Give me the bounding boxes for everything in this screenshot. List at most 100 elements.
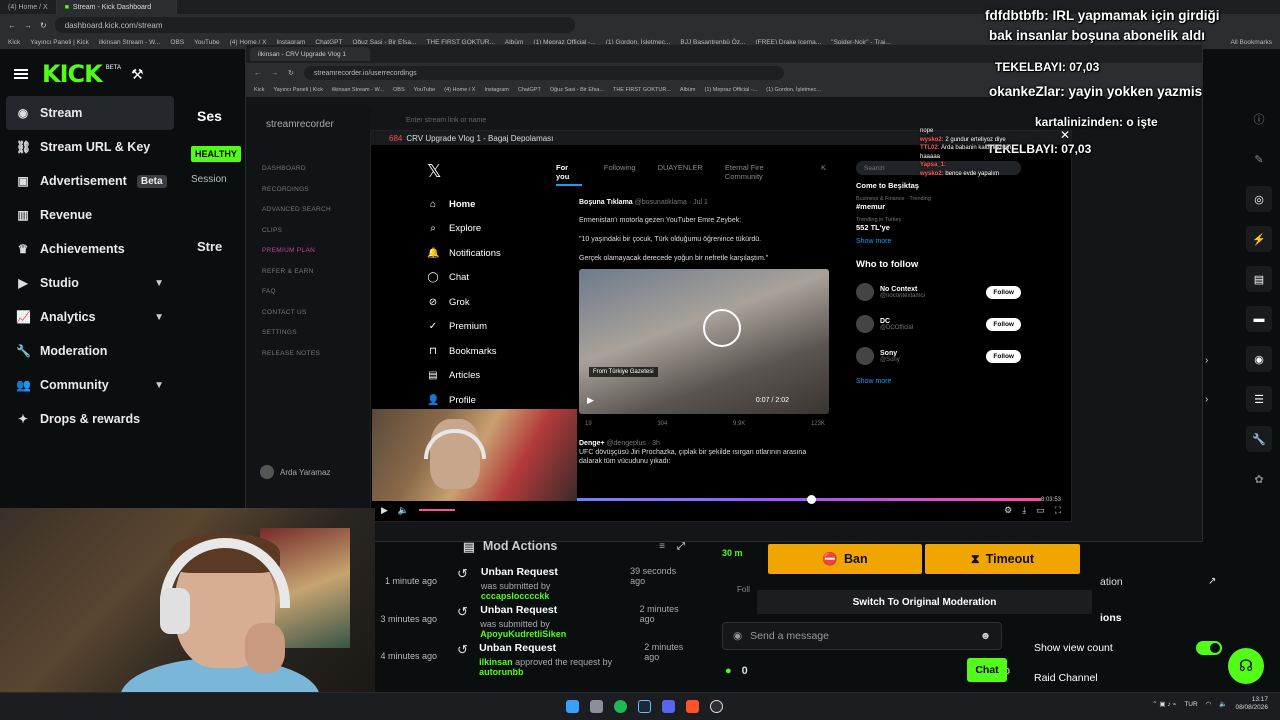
sidebar-item-moderation[interactable]: 🔧 Moderation: [0, 334, 180, 368]
sr-menu-item[interactable]: CLIPS: [262, 227, 282, 234]
clock[interactable]: 13:17 08/08/2026: [1235, 696, 1268, 713]
tray-icons[interactable]: ⌃ ▣ ♪ ⌁: [1152, 700, 1176, 708]
emoji-icon[interactable]: ☻: [980, 630, 991, 642]
sr-menu-item[interactable]: SETTINGS: [262, 329, 297, 336]
target-icon[interactable]: ◎: [1246, 186, 1272, 212]
retweet-count[interactable]: 304: [657, 421, 667, 427]
sidebar-item-stream[interactable]: ◉ Stream: [6, 96, 174, 130]
bookmark-item[interactable]: YouTube: [414, 87, 436, 93]
trend-item[interactable]: Come to Beşiktaş: [856, 181, 1021, 190]
trend-item[interactable]: Trending in Turkey 552 TL'ye: [856, 217, 1021, 232]
follow-suggestion[interactable]: No Context @nocontextamci Follow: [856, 276, 1021, 308]
sr-url-field[interactable]: streamrecorder.io/userrecordings: [303, 66, 784, 80]
bookmark-item[interactable]: Kick: [8, 39, 20, 46]
chevron-right-icon[interactable]: ›: [1205, 355, 1225, 394]
mod-action-user[interactable]: autorunbb: [479, 667, 524, 677]
radio-icon[interactable]: ◉: [1246, 346, 1272, 372]
kicks-icon[interactable]: ●: [725, 665, 732, 677]
panel-tools-icon[interactable]: ≡⤢: [659, 541, 697, 552]
download-icon[interactable]: ⤓: [1022, 505, 1026, 516]
info-icon[interactable]: ⓘ: [1246, 106, 1272, 132]
pip-icon[interactable]: ▭: [1036, 505, 1045, 516]
chat-message-input[interactable]: ◉ Send a message ☻: [722, 622, 1002, 650]
sidebar-item-studio[interactable]: ▶ Studio ▼: [0, 266, 180, 300]
mod-action-user[interactable]: cccapslocccckk: [481, 591, 550, 601]
sr-search-placeholder[interactable]: Enter stream link or name: [406, 117, 486, 124]
x-logo-icon[interactable]: 𝕏: [427, 161, 549, 182]
obs-icon[interactable]: [710, 700, 723, 713]
sidebar-item-revenue[interactable]: ▥ Revenue: [0, 198, 180, 232]
external-link-icon[interactable]: ↗: [1208, 576, 1216, 587]
bookmark-item[interactable]: ilkinsan Stream - W...: [332, 87, 384, 93]
file-explorer-icon[interactable]: [590, 700, 603, 713]
bookmark-item[interactable]: (1) Mepraz Official -...: [705, 87, 758, 93]
sr-menu-item[interactable]: RELEASE NOTES: [262, 350, 320, 357]
follow-suggestion[interactable]: Sony @Sony Follow: [856, 340, 1021, 372]
browser-tab-active[interactable]: ■ Stream - Kick Dashboard: [56, 0, 177, 14]
bookmark-item[interactable]: Kick: [254, 87, 264, 93]
sidebar-item-community[interactable]: 👥 Community ▼: [0, 368, 180, 402]
sidebar-item-advertisement[interactable]: ▣ Advertisement Beta: [0, 164, 180, 198]
x-nav-chat[interactable]: ◯ Chat: [419, 266, 549, 291]
bolt-icon[interactable]: ⚡: [1246, 226, 1272, 252]
wrench-icon[interactable]: 🔧: [1246, 426, 1272, 452]
language-indicator[interactable]: TUR: [1184, 701, 1197, 708]
url-field[interactable]: dashboard.kick.com/stream: [54, 17, 575, 33]
sr-menu-item[interactable]: FAQ: [262, 288, 276, 295]
tweet[interactable]: Boşuna Tıklama @bosunatiklama · Jul 1 Er…: [579, 199, 829, 263]
mod-action-user[interactable]: ApoyuKudretliSiken: [480, 629, 566, 639]
x-nav-grok[interactable]: ⊘ Grok: [419, 290, 549, 315]
sr-menu-item[interactable]: CONTACT US: [262, 309, 307, 316]
trend-item[interactable]: Business & Finance · Trending #memur: [856, 196, 1021, 211]
fullscreen-icon[interactable]: ⛶: [1055, 505, 1061, 516]
bookmark-item[interactable]: (1) Gordon, İşletmec...: [766, 87, 821, 93]
volume-slider[interactable]: [419, 509, 456, 511]
mod-action-row[interactable]: ↺ Unban Request ilkinsan approved the requ…: [445, 636, 707, 677]
raid-channel-label[interactable]: Raid Channel: [1034, 672, 1098, 684]
bookmark-item[interactable]: Yayıncı Paneli | Kick: [273, 87, 323, 93]
bookmark-item[interactable]: Albüm: [680, 87, 696, 93]
show-view-count-toggle[interactable]: [1196, 641, 1222, 655]
volume-icon[interactable]: 🔈: [398, 505, 409, 516]
forward-icon[interactable]: →: [24, 21, 32, 30]
sidebar-item-stream-url-key[interactable]: ⛓ Stream URL & Key: [0, 130, 180, 164]
x-nav-home[interactable]: ⌂ Home: [419, 192, 549, 217]
ban-button[interactable]: ⛔ Ban: [768, 544, 922, 574]
list-icon[interactable]: ☰: [1246, 386, 1272, 412]
show-more-link[interactable]: Show more: [856, 378, 1021, 385]
bookmark-item[interactable]: (4) Home / X: [444, 87, 475, 93]
steam-icon[interactable]: [638, 700, 651, 713]
back-icon[interactable]: ←: [254, 70, 261, 77]
edit-icon[interactable]: ✎: [1246, 146, 1272, 172]
menu-icon[interactable]: [14, 69, 28, 79]
mod-action-user[interactable]: ilkinsan: [479, 657, 513, 667]
play-icon[interactable]: ▶: [587, 395, 594, 406]
document-icon[interactable]: ▤: [1246, 266, 1272, 292]
x-feed-tab[interactable]: K: [821, 163, 826, 186]
bookmark-item[interactable]: ChatGPT: [518, 87, 541, 93]
sr-logo[interactable]: streamrecorder: [266, 119, 334, 130]
bookmark-item[interactable]: Instagram: [484, 87, 508, 93]
all-bookmarks[interactable]: All Bookmarks: [1230, 39, 1272, 46]
discord-icon[interactable]: [662, 700, 675, 713]
tweet-video[interactable]: From Türkiye Gazetesi ▶ 0:07 / 2:02: [579, 269, 829, 414]
sr-menu-item[interactable]: REFER & EARN: [262, 268, 314, 275]
forward-icon[interactable]: →: [271, 70, 278, 77]
back-icon[interactable]: ←: [8, 21, 16, 30]
settings-icon[interactable]: ⚙: [1004, 505, 1012, 516]
reload-icon[interactable]: ↻: [40, 21, 47, 30]
chevron-right-icon[interactable]: ›: [1205, 394, 1225, 433]
bookmark-item[interactable]: Oğuz Sasi - Bir Efsa...: [550, 87, 604, 93]
reply-count[interactable]: 19: [585, 421, 592, 427]
sr-tab[interactable]: ilkinsan - CRV Upgrade Vlog 1: [250, 47, 370, 61]
chat-send-button[interactable]: Chat: [967, 658, 1007, 682]
chevron-down-icon[interactable]: ▼: [154, 278, 164, 289]
follow-button[interactable]: Follow: [986, 317, 1021, 331]
brave-icon[interactable]: [686, 700, 699, 713]
reload-icon[interactable]: ↻: [288, 69, 294, 77]
hammer-icon[interactable]: ⚒: [131, 66, 144, 83]
x-feed-tab[interactable]: Eternal Fire Community: [725, 163, 799, 186]
windows-start-icon[interactable]: [566, 700, 579, 713]
mod-action-row[interactable]: ↺ Unban Request was submitted by cccapsloc…: [445, 560, 707, 601]
sidebar-item-analytics[interactable]: 📈 Analytics ▼: [0, 300, 180, 334]
